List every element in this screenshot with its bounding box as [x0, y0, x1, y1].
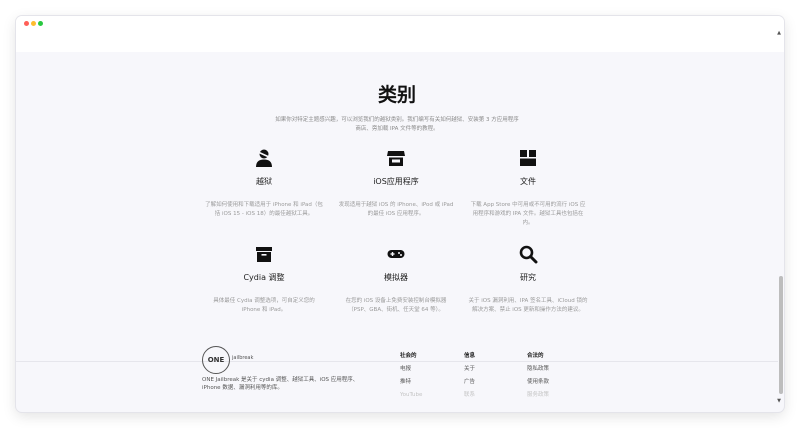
- category-description: 在您的 iOS 设备上免费安装控制台模拟器（PSP、GBA、街机、任天堂 64 …: [345, 298, 447, 313]
- footer-link-about[interactable]: 关于: [464, 363, 475, 376]
- maximize-window-button[interactable]: [38, 21, 43, 26]
- category-description: 具体最佳 Cydia 调整选项，可自定义您的 iPhone 和 iPad。: [213, 298, 315, 313]
- scroll-up-arrow-icon[interactable]: ▲: [777, 30, 781, 36]
- footer-description: ONE Jailbreak 是关于 cydia 调整、越狱工具、iOS 应用程序…: [202, 377, 359, 391]
- category-title: Cydia 调整: [243, 273, 285, 282]
- footer-column-legal: 合法的 隐私政策 使用条款 服务政策: [527, 350, 549, 402]
- category-emulators[interactable]: 模拟器 在您的 iOS 设备上免费安装控制台模拟器（PSP、GBA、街机、任天堂…: [336, 244, 456, 315]
- footer-link-ads[interactable]: 广告: [464, 376, 475, 389]
- footer-link-youtube[interactable]: YouTube: [400, 389, 422, 402]
- page-title: 类别: [377, 84, 416, 106]
- category-research[interactable]: 研究 关于 iOS 漏洞利用、IPA 签名工具、iCloud 锁的解决方案、禁止…: [468, 244, 588, 315]
- category-title: 模拟器: [384, 273, 408, 282]
- search-icon: [519, 245, 538, 264]
- title-bar: [16, 16, 784, 52]
- archive-box-icon: [256, 247, 272, 262]
- gamepad-icon: [387, 250, 405, 258]
- scrollbar-thumb[interactable]: [779, 276, 783, 394]
- site-logo-subtitle: jailbreak: [232, 355, 254, 361]
- footer-link-terms[interactable]: 使用条款: [527, 376, 549, 389]
- footer-column-info: 信息 关于 广告 联系: [464, 350, 475, 402]
- category-title: 文件: [520, 177, 536, 186]
- file-icon: [520, 150, 536, 166]
- category-description: 下载 App Store 中可用或不可用的流行 iOS 应用程序和游戏的 IPA…: [470, 202, 586, 226]
- category-title: 越狱: [256, 177, 272, 186]
- category-ios-apps[interactable]: iOS应用程序 发现适用于越狱 iOS 的 iPhone、iPod 或 iPad…: [336, 148, 456, 219]
- vertical-scrollbar[interactable]: [778, 54, 784, 404]
- minimize-window-button[interactable]: [31, 21, 36, 26]
- close-window-button[interactable]: [24, 21, 29, 26]
- site-logo[interactable]: ONE: [202, 346, 230, 374]
- footer-column-heading: 信息: [464, 353, 476, 359]
- category-description: 了解如何使用和下载适用于 iPhone 和 iPad（包括 iOS 15 - i…: [205, 202, 323, 217]
- footer-column-heading: 社会的: [400, 353, 417, 359]
- footer-link-privacy[interactable]: 隐私政策: [527, 363, 549, 376]
- store-icon: [387, 151, 405, 166]
- footer-link-telegram[interactable]: 电报: [400, 363, 422, 376]
- footer-link-service-policy[interactable]: 服务政策: [527, 389, 549, 402]
- jailbreak-user-icon: [256, 149, 272, 167]
- category-description: 发现适用于越狱 iOS 的 iPhone、iPod 或 iPad 的最佳 iOS…: [338, 202, 454, 217]
- category-title: iOS应用程序: [373, 177, 419, 186]
- footer-link-twitter[interactable]: 推特: [400, 376, 422, 389]
- page-content: 类别 如果你对特定主题感兴趣，可以浏览我们的越狱类别。我们编写有关如何越狱、安装…: [16, 52, 778, 412]
- footer-link-contact[interactable]: 联系: [464, 389, 475, 402]
- category-cydia-tweaks[interactable]: Cydia 调整 具体最佳 Cydia 调整选项，可自定义您的 iPhone 和…: [204, 244, 324, 315]
- category-jailbreak[interactable]: 越狱 了解如何使用和下载适用于 iPhone 和 iPad（包括 iOS 15 …: [204, 148, 324, 219]
- footer-column-social: 社会的 电报 推特 YouTube: [400, 350, 422, 402]
- category-files[interactable]: 文件 下载 App Store 中可用或不可用的流行 iOS 应用程序和游戏的 …: [468, 148, 588, 228]
- category-title: 研究: [520, 273, 536, 282]
- category-description: 关于 iOS 漏洞利用、IPA 签名工具、iCloud 锁的解决方案、禁止 iO…: [468, 298, 588, 313]
- footer-column-heading: 合法的: [527, 353, 544, 359]
- footer-divider: [16, 361, 778, 362]
- browser-window: ▲ ▼ 类别 如果你对特定主题感兴趣，可以浏览我们的越狱类别。我们编写有关如何越…: [16, 16, 784, 412]
- intro-text: 如果你对特定主题感兴趣，可以浏览我们的越狱类别。我们编写有关如何越狱、安装第 3…: [275, 117, 519, 132]
